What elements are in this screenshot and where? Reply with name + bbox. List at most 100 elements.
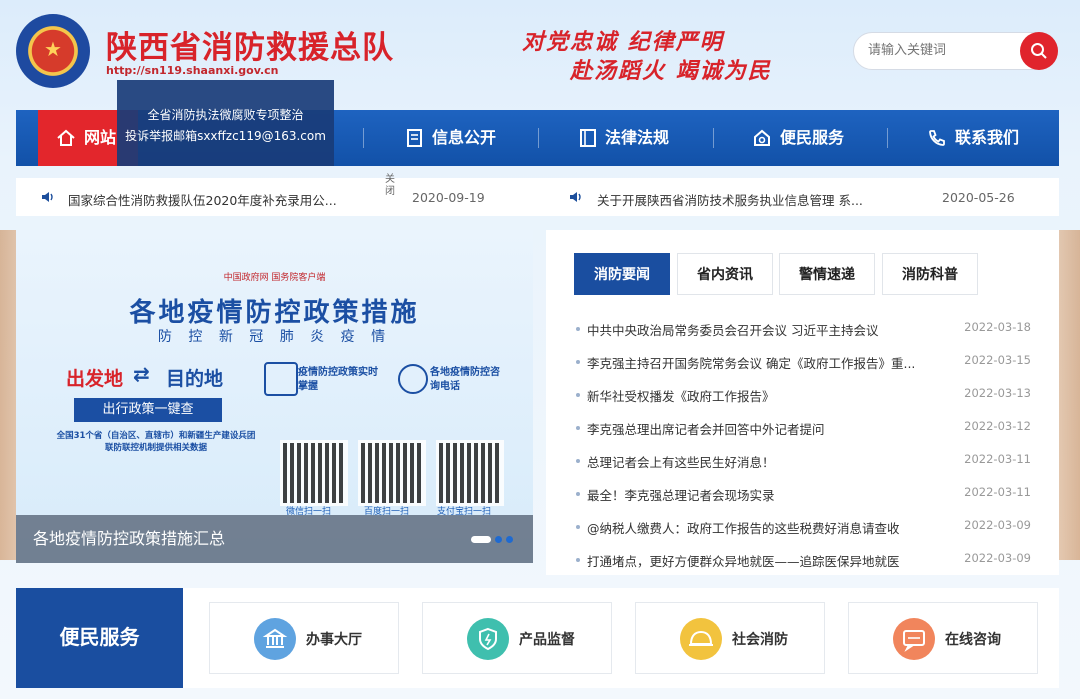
nav-divider xyxy=(887,128,888,148)
service-icon xyxy=(754,129,770,146)
nav-item-label: 联系我们 xyxy=(955,128,1020,147)
list-item[interactable]: 打通堵点，更好方便群众异地就医——追踪医保异地就医 2022-03-09 xyxy=(576,551,1031,571)
news-title[interactable]: 李克强总理出席记者会并回答中外记者提问 xyxy=(587,419,932,438)
search-input[interactable] xyxy=(866,42,1010,59)
nav-item-label: 便民服务 xyxy=(780,128,845,147)
bullet-icon xyxy=(576,360,580,364)
nav-divider xyxy=(538,128,539,148)
nav-item-contact[interactable]: 联系我们 xyxy=(927,110,1019,166)
popup-close-button[interactable]: 关闭 xyxy=(385,174,397,198)
banner-destination: 目的地 xyxy=(166,368,224,390)
service-label: 产品监督 xyxy=(519,632,575,648)
bullet-icon xyxy=(576,459,580,463)
bullet-icon xyxy=(576,393,580,397)
notice-date: 2020-09-19 xyxy=(412,190,485,205)
carousel-dot[interactable] xyxy=(506,536,513,543)
news-title[interactable]: 李克强主持召开国务院常务会议 确定《政府工作报告》重... xyxy=(587,353,932,372)
nav-item-info[interactable]: 信息公开 xyxy=(406,110,496,166)
tab-incident-reports[interactable]: 警情速递 xyxy=(779,253,875,295)
news-title[interactable]: @纳税人缴费人：政府工作报告的这些税费好消息请查收 xyxy=(587,518,932,537)
carousel-dot-active[interactable] xyxy=(471,536,491,543)
speaker-icon xyxy=(570,192,581,202)
banner-caption[interactable]: 各地疫情防控政策措施汇总 xyxy=(16,515,533,563)
bank-icon xyxy=(254,618,296,660)
nav-item-services[interactable]: 便民服务 xyxy=(752,110,844,166)
news-date: 2022-03-15 xyxy=(964,353,1031,367)
search-button[interactable] xyxy=(1020,32,1058,70)
tab-fire-news[interactable]: 消防要闻 xyxy=(574,253,670,295)
service-label: 在线咨询 xyxy=(945,632,1001,648)
nav-divider xyxy=(363,128,364,148)
service-card-product[interactable]: 产品监督 xyxy=(422,602,612,674)
popup-line-1: 全省消防执法微腐败专项整治 xyxy=(147,108,304,122)
news-date: 2022-03-09 xyxy=(964,551,1031,565)
notice-bar: 国家综合性消防救援队伍2020年度补充录用公... 2020-09-19 关于开… xyxy=(16,178,1059,216)
carousel-dot[interactable] xyxy=(495,536,502,543)
banner-feature-1: 疫情防控政策实时掌握 xyxy=(298,367,378,392)
nav-item-label: 信息公开 xyxy=(432,128,497,147)
nav-home-label: 网站 xyxy=(84,128,117,147)
notice-date: 2020-05-26 xyxy=(942,190,1015,205)
fire-rescue-logo[interactable]: ★ xyxy=(16,14,90,88)
shield-icon xyxy=(467,618,509,660)
banner-note: 全国31个省（自治区、直辖市）和新疆生产建设兵团联防联控机制提供相关数据 xyxy=(56,431,256,453)
slogan-line-2: 赴汤蹈火 竭诚为民 xyxy=(570,58,772,84)
chat-icon xyxy=(893,618,935,660)
tab-provincial-news[interactable]: 省内资讯 xyxy=(677,253,773,295)
popup-line-2: 投诉举报邮箱sxxffzc119@163.com xyxy=(125,129,326,143)
banner-origin: 出发地 xyxy=(66,368,124,390)
bullet-icon xyxy=(576,327,580,331)
qr-code-baidu xyxy=(358,440,426,506)
service-label: 办事大厅 xyxy=(306,632,362,648)
bullet-icon xyxy=(576,525,580,529)
announcement-popup[interactable]: 全省消防执法微腐败专项整治 投诉举报邮箱sxxffzc119@163.com xyxy=(117,80,334,166)
news-title[interactable]: 中共中央政治局常务委员会召开会议 习近平主持会议 xyxy=(587,320,932,339)
service-card-social[interactable]: 社会消防 xyxy=(635,602,825,674)
news-title[interactable]: 最全！李克强总理记者会现场实录 xyxy=(587,485,932,504)
notice-link[interactable]: 国家综合性消防救援队伍2020年度补充录用公... xyxy=(68,190,337,209)
qr-code-wechat xyxy=(280,440,348,506)
bullet-icon xyxy=(576,426,580,430)
news-date: 2022-03-11 xyxy=(964,485,1031,499)
bullet-icon xyxy=(576,558,580,562)
nav-item-law[interactable]: 法律法规 xyxy=(579,110,669,166)
helmet-icon xyxy=(680,618,722,660)
news-panel: 消防要闻 省内资讯 警情速递 消防科普 中共中央政治局常务委员会召开会议 习近平… xyxy=(546,230,1059,575)
site-title[interactable]: 陕西省消防救援总队 xyxy=(106,22,394,67)
service-label: 社会消防 xyxy=(732,632,788,648)
speaker-icon xyxy=(42,192,53,202)
carousel-dots xyxy=(471,536,513,543)
news-date: 2022-03-18 xyxy=(964,320,1031,334)
qr-code-alipay xyxy=(436,440,504,506)
phone-icon xyxy=(398,364,428,394)
nav-item-label: 法律法规 xyxy=(605,128,670,147)
book-icon xyxy=(580,129,596,147)
tab-fire-science[interactable]: 消防科普 xyxy=(882,253,978,295)
banner-top-logos: 中国政府网 国务院客户端 xyxy=(223,273,326,283)
news-title[interactable]: 总理记者会上有这些民生好消息！ xyxy=(587,452,932,471)
service-card-consult[interactable]: 在线咨询 xyxy=(848,602,1038,674)
arrows-icon: ⇄ xyxy=(133,362,150,386)
search-icon xyxy=(1031,43,1047,59)
services-section: 便民服务 办事大厅 产品监督 社会消防 在线咨询 xyxy=(16,588,1059,688)
list-item[interactable]: 李克强主持召开国务院常务会议 确定《政府工作报告》重... 2022-03-15 xyxy=(576,353,1031,373)
news-title[interactable]: 打通堵点，更好方便群众异地就医——追踪医保异地就医 xyxy=(587,551,932,570)
news-title[interactable]: 新华社受权播发《政府工作报告》 xyxy=(587,386,932,405)
list-item[interactable]: 新华社受权播发《政府工作报告》 2022-03-13 xyxy=(576,386,1031,406)
news-date: 2022-03-11 xyxy=(964,452,1031,466)
list-item[interactable]: 中共中央政治局常务委员会召开会议 习近平主持会议 2022-03-18 xyxy=(576,320,1031,340)
news-date: 2022-03-09 xyxy=(964,518,1031,532)
nav-item-home-label[interactable]: 网站 xyxy=(56,110,116,166)
banner-slideshow[interactable]: 中国政府网 国务院客户端 各地疫情防控政策措施 防 控 新 冠 肺 炎 疫 情 … xyxy=(16,230,533,563)
service-card-hall[interactable]: 办事大厅 xyxy=(209,602,399,674)
list-item[interactable]: 最全！李克强总理记者会现场实录 2022-03-11 xyxy=(576,485,1031,505)
list-item[interactable]: 李克强总理出席记者会并回答中外记者提问 2022-03-12 xyxy=(576,419,1031,439)
banner-subtitle: 防 控 新 冠 肺 炎 疫 情 xyxy=(157,329,392,345)
slogan-line-1: 对党忠诚 纪律严明 xyxy=(522,29,724,55)
phone-icon xyxy=(929,130,945,146)
notice-link[interactable]: 关于开展陕西省消防技术服务执业信息管理 系... xyxy=(597,190,863,209)
list-item[interactable]: 总理记者会上有这些民生好消息！ 2022-03-11 xyxy=(576,452,1031,472)
list-item[interactable]: @纳税人缴费人：政府工作报告的这些税费好消息请查收 2022-03-09 xyxy=(576,518,1031,538)
banner-title: 各地疫情防控政策措施 xyxy=(129,298,420,328)
banner-feature-2: 各地疫情防控咨询电话 xyxy=(430,367,500,392)
